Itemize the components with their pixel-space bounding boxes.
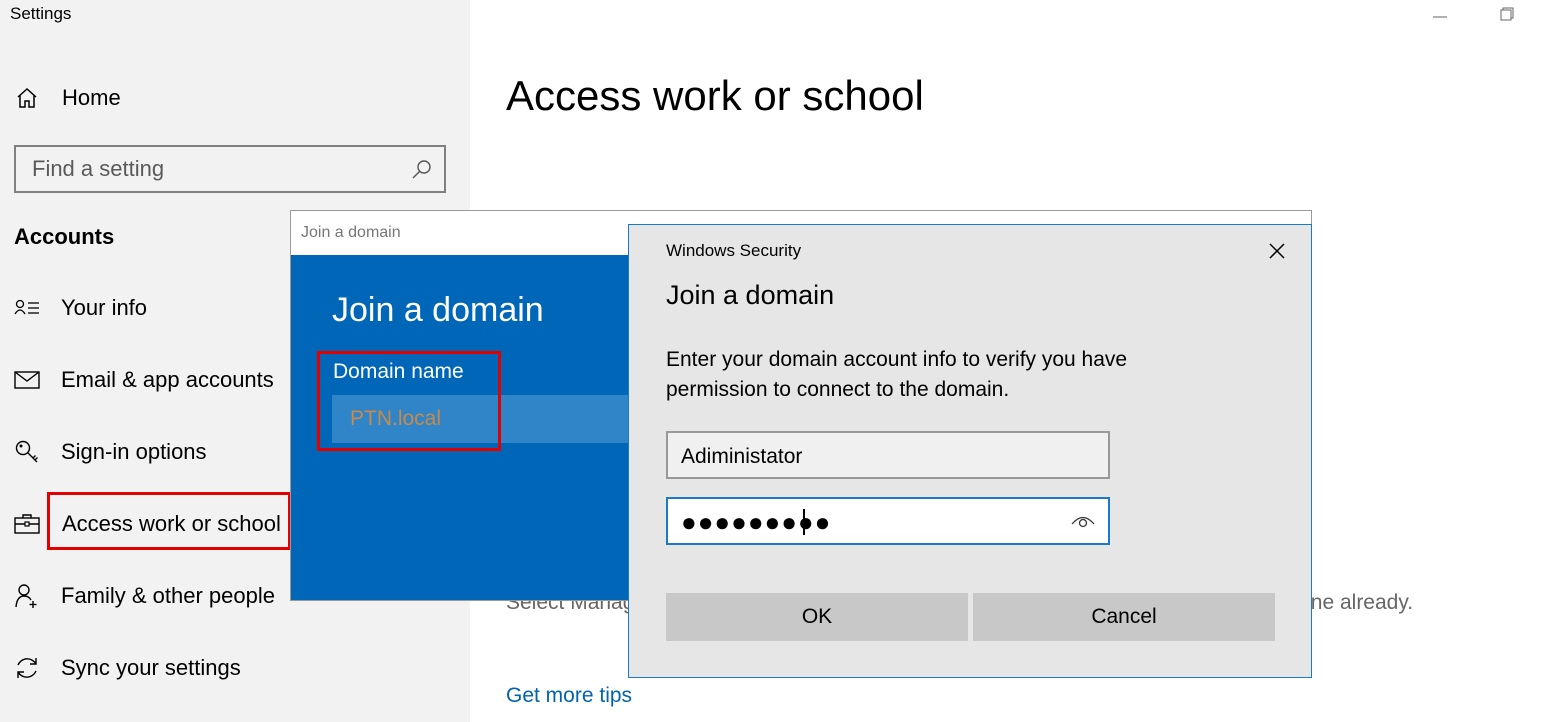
user-info-icon — [13, 294, 41, 322]
sidebar-item-label: Home — [62, 85, 121, 110]
password-field[interactable]: ●●●●●●●●● — [666, 497, 1110, 545]
minimize-button[interactable] — [1420, 4, 1460, 24]
close-icon — [1269, 243, 1285, 259]
window-title: Settings — [10, 4, 72, 23]
security-heading: Join a domain — [666, 280, 835, 310]
section-title: Accounts — [14, 224, 115, 249]
key-icon — [13, 438, 41, 466]
search-icon[interactable] — [410, 157, 434, 181]
sync-icon — [13, 654, 41, 682]
home-icon — [13, 84, 41, 112]
cancel-button[interactable]: Cancel — [973, 593, 1275, 641]
security-window-title: Windows Security — [666, 241, 802, 260]
add-person-icon — [13, 582, 41, 610]
search-input[interactable] — [32, 156, 392, 182]
username-field[interactable]: Adiministator — [666, 431, 1110, 479]
sidebar-item-home[interactable]: Home — [0, 68, 470, 128]
sidebar-item-label: Your info — [61, 295, 148, 320]
security-description: Enter your domain account info to verify… — [666, 348, 1128, 401]
briefcase-icon — [13, 510, 41, 538]
username-value: Adiministator — [681, 445, 803, 468]
page-title: Access work or school — [506, 72, 924, 119]
sidebar-item-sync[interactable]: Sync your settings — [0, 638, 470, 698]
highlight-access-work-or-school — [47, 492, 291, 550]
reveal-password-icon[interactable] — [1070, 511, 1096, 531]
restore-icon — [1500, 7, 1514, 21]
join-domain-window-title: Join a domain — [301, 224, 401, 241]
restore-button[interactable] — [1488, 4, 1528, 24]
close-button[interactable] — [1265, 239, 1289, 263]
windows-security-dialog: Windows Security Join a domain Enter you… — [628, 224, 1312, 678]
minimize-icon — [1433, 16, 1447, 18]
sidebar-item-label: Family & other people — [61, 583, 275, 608]
join-domain-heading: Join a domain — [332, 291, 544, 329]
sidebar-item-label: Email & app accounts — [61, 367, 274, 392]
password-value: ●●●●●●●●● — [681, 507, 832, 537]
sidebar-item-label: Sign-in options — [61, 439, 207, 464]
highlight-domain-name — [317, 351, 501, 451]
get-more-tips-link[interactable]: Get more tips — [506, 684, 632, 708]
ok-button[interactable]: OK — [666, 593, 968, 641]
mail-icon — [13, 366, 41, 394]
sidebar-item-label: Sync your settings — [61, 655, 241, 680]
search-box[interactable] — [14, 145, 446, 193]
text-caret — [803, 509, 805, 535]
